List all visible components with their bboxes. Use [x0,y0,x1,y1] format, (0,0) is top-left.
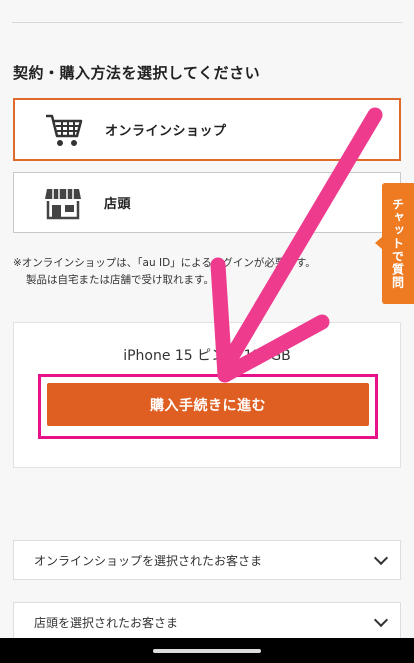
cart-icon [43,109,85,151]
store-icon [42,182,84,224]
accordion-label: 店頭を選択されたお客さま [34,615,179,630]
chevron-down-icon [373,550,389,565]
product-card: iPhone 15 ピンク 128GB 購入手続きに進む [13,322,401,468]
option-label: オンラインショップ [105,124,227,139]
option-online-shop[interactable]: オンラインショップ [13,98,401,161]
option-label: 店頭 [104,197,132,212]
system-nav-bar [0,638,414,663]
top-bar [0,0,414,22]
note-line-2: 製品は自宅または店舗で受け取れます。 [26,274,214,286]
section-heading: 契約・購入方法を選択してください [13,64,261,82]
accordion-store[interactable]: 店頭を選択されたお客さま [13,602,401,642]
note-line-1: ※オンラインショップは、「au ID」によるログインが必要です。 [13,257,316,269]
divider [12,22,402,23]
chat-tab-pointer [375,237,382,249]
accordion-label: オンラインショップを選択されたお客さま [34,553,263,568]
option-store[interactable]: 店頭 [13,172,401,233]
note-text: ※オンラインショップは、「au ID」によるログインが必要です。 製品は自宅また… [13,255,316,289]
chat-question-button[interactable]: チャットで質問 [382,183,414,304]
proceed-to-purchase-button[interactable]: 購入手続きに進む [47,383,369,426]
chevron-down-icon [373,612,389,627]
cta-highlight-frame: 購入手続きに進む [38,374,378,439]
product-name: iPhone 15 ピンク 128GB [123,348,291,364]
home-indicator[interactable] [153,649,261,653]
accordion-online-shop[interactable]: オンラインショップを選択されたお客さま [13,540,401,580]
